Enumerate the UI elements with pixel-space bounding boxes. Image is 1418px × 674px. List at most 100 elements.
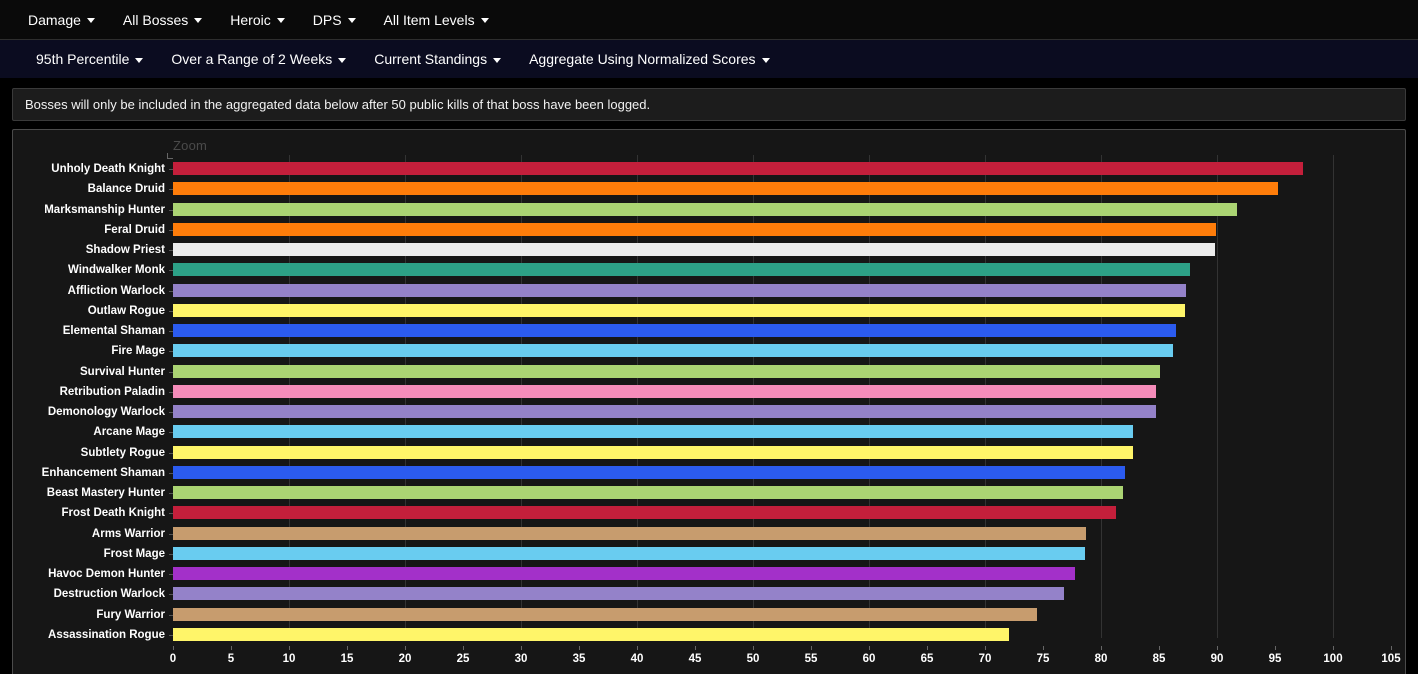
chart-row[interactable]: Retribution Paladin [13,382,1391,402]
chart-row[interactable]: Outlaw Rogue [13,301,1391,321]
bar[interactable] [173,243,1215,256]
chart-row[interactable]: Frost Death Knight [13,503,1391,523]
bar[interactable] [173,627,1010,641]
gridline [869,155,870,638]
plot-area: Unholy Death Knight Balance Druid Marksman… [13,130,1405,674]
category-label[interactable]: Assassination Rogue [15,625,165,645]
nav-item-all-item-levels[interactable]: All Item Levels [370,6,503,34]
bar-chart-panel[interactable]: Zoom Unholy Death Knight Balance Druid Mar… [12,129,1406,674]
category-label[interactable]: Unholy Death Knight [15,159,165,179]
nav-item-dps[interactable]: DPS [299,6,370,34]
category-label[interactable]: Outlaw Rogue [15,301,165,321]
x-axis-tick [753,646,754,650]
bar[interactable] [173,425,1134,439]
category-label[interactable]: Subtlety Rogue [15,443,165,463]
nav-item-heroic[interactable]: Heroic [216,6,298,34]
x-axis-tick-label: 90 [1210,653,1224,665]
chart-row[interactable]: Feral Druid [13,220,1391,240]
bar[interactable] [173,344,1173,358]
category-label[interactable]: Shadow Priest [15,240,165,260]
chart-row[interactable]: Subtlety Rogue [13,443,1391,463]
bar[interactable] [173,445,1134,459]
chart-row[interactable]: Fire Mage [13,341,1391,361]
category-label[interactable]: Destruction Warlock [15,584,165,604]
category-label[interactable]: Demonology Warlock [15,402,165,422]
chart-row[interactable]: Affliction Warlock [13,281,1391,301]
nav-item-damage[interactable]: Damage [14,6,109,34]
chart-row[interactable]: Elemental Shaman [13,321,1391,341]
category-label[interactable]: Fury Warrior [15,605,165,625]
y-axis-tick [169,412,173,413]
category-label[interactable]: Affliction Warlock [15,281,165,301]
chart-row[interactable]: Havoc Demon Hunter [13,564,1391,584]
category-label[interactable]: Arcane Mage [15,422,165,442]
y-axis-tick [169,594,173,596]
category-label[interactable]: Frost Mage [15,544,165,564]
category-label[interactable]: Havoc Demon Hunter [15,564,165,584]
chart-row[interactable]: Destruction Warlock [13,584,1391,604]
x-axis-tick-label: 65 [920,653,934,665]
bar[interactable] [173,222,1216,236]
chart-row[interactable]: Frost Mage [13,544,1391,564]
category-label[interactable]: Fire Mage [15,341,165,361]
bar[interactable] [173,506,1117,520]
bar[interactable] [173,526,1086,540]
bar[interactable] [173,465,1126,479]
chart-row[interactable]: Unholy Death Knight [13,159,1391,179]
chart-row[interactable]: Beast Mastery Hunter [13,483,1391,503]
chart-row[interactable]: Marksmanship Hunter [13,200,1391,220]
bar[interactable] [173,202,1237,216]
bar[interactable] [173,182,1279,196]
chart-row[interactable]: Arms Warrior [13,524,1391,544]
chart-row[interactable]: Arcane Mage [13,422,1391,442]
category-label[interactable]: Arms Warrior [15,524,165,544]
category-label[interactable]: Beast Mastery Hunter [15,483,165,503]
nav-item-current-standings[interactable]: Current Standings [360,45,515,73]
nav-item-label: All Item Levels [383,11,475,28]
nav-item-all-bosses[interactable]: All Bosses [109,6,216,34]
chart-row[interactable]: Balance Druid [13,179,1391,199]
x-axis-tick [1159,646,1160,650]
nav-item-aggregate-using-normalized-scores[interactable]: Aggregate Using Normalized Scores [515,45,783,73]
nav-item-over-a-range-of-2-weeks[interactable]: Over a Range of 2 Weeks [157,45,360,73]
category-label[interactable]: Marksmanship Hunter [15,200,165,220]
category-label[interactable]: Elemental Shaman [15,321,165,341]
nav-item-95th-percentile[interactable]: 95th Percentile [22,45,157,73]
bar[interactable] [173,587,1064,601]
x-axis-tick-label: 0 [169,653,177,665]
x-axis-tick [405,646,406,650]
chart-row[interactable]: Survival Hunter [13,362,1391,382]
x-axis-tick-label: 95 [1268,653,1282,665]
x-axis-tick [173,646,174,650]
bar[interactable] [173,567,1076,580]
chart-row[interactable]: Fury Warrior [13,605,1391,625]
y-axis-tick [169,432,173,434]
chart-row[interactable]: Assassination Rogue [13,625,1391,645]
bar[interactable] [173,486,1124,499]
gridline [289,155,290,638]
category-label[interactable]: Balance Druid [15,179,165,199]
category-label[interactable]: Survival Hunter [15,362,165,382]
bar[interactable] [173,324,1177,337]
bar[interactable] [173,364,1161,378]
chevron-down-icon [338,57,347,63]
bar[interactable] [173,263,1191,277]
bar[interactable] [173,405,1156,418]
category-label[interactable]: Frost Death Knight [15,503,166,523]
category-label[interactable]: Windwalker Monk [15,260,165,280]
y-axis-tick [169,331,173,332]
bar[interactable] [173,283,1186,297]
bar[interactable] [173,162,1303,175]
bar[interactable] [173,607,1038,621]
chart-row[interactable]: Enhancement Shaman [13,463,1391,483]
x-axis-tick [1333,646,1334,650]
category-label[interactable]: Feral Druid [15,220,165,240]
bar[interactable] [173,546,1085,560]
category-label[interactable]: Retribution Paladin [15,382,165,402]
chart-row[interactable]: Windwalker Monk [13,260,1391,280]
category-label[interactable]: Enhancement Shaman [15,463,165,483]
bar[interactable] [173,384,1156,398]
chart-row[interactable]: Shadow Priest [13,240,1391,260]
chart-row[interactable]: Demonology Warlock [13,402,1391,422]
bar[interactable] [173,303,1185,317]
